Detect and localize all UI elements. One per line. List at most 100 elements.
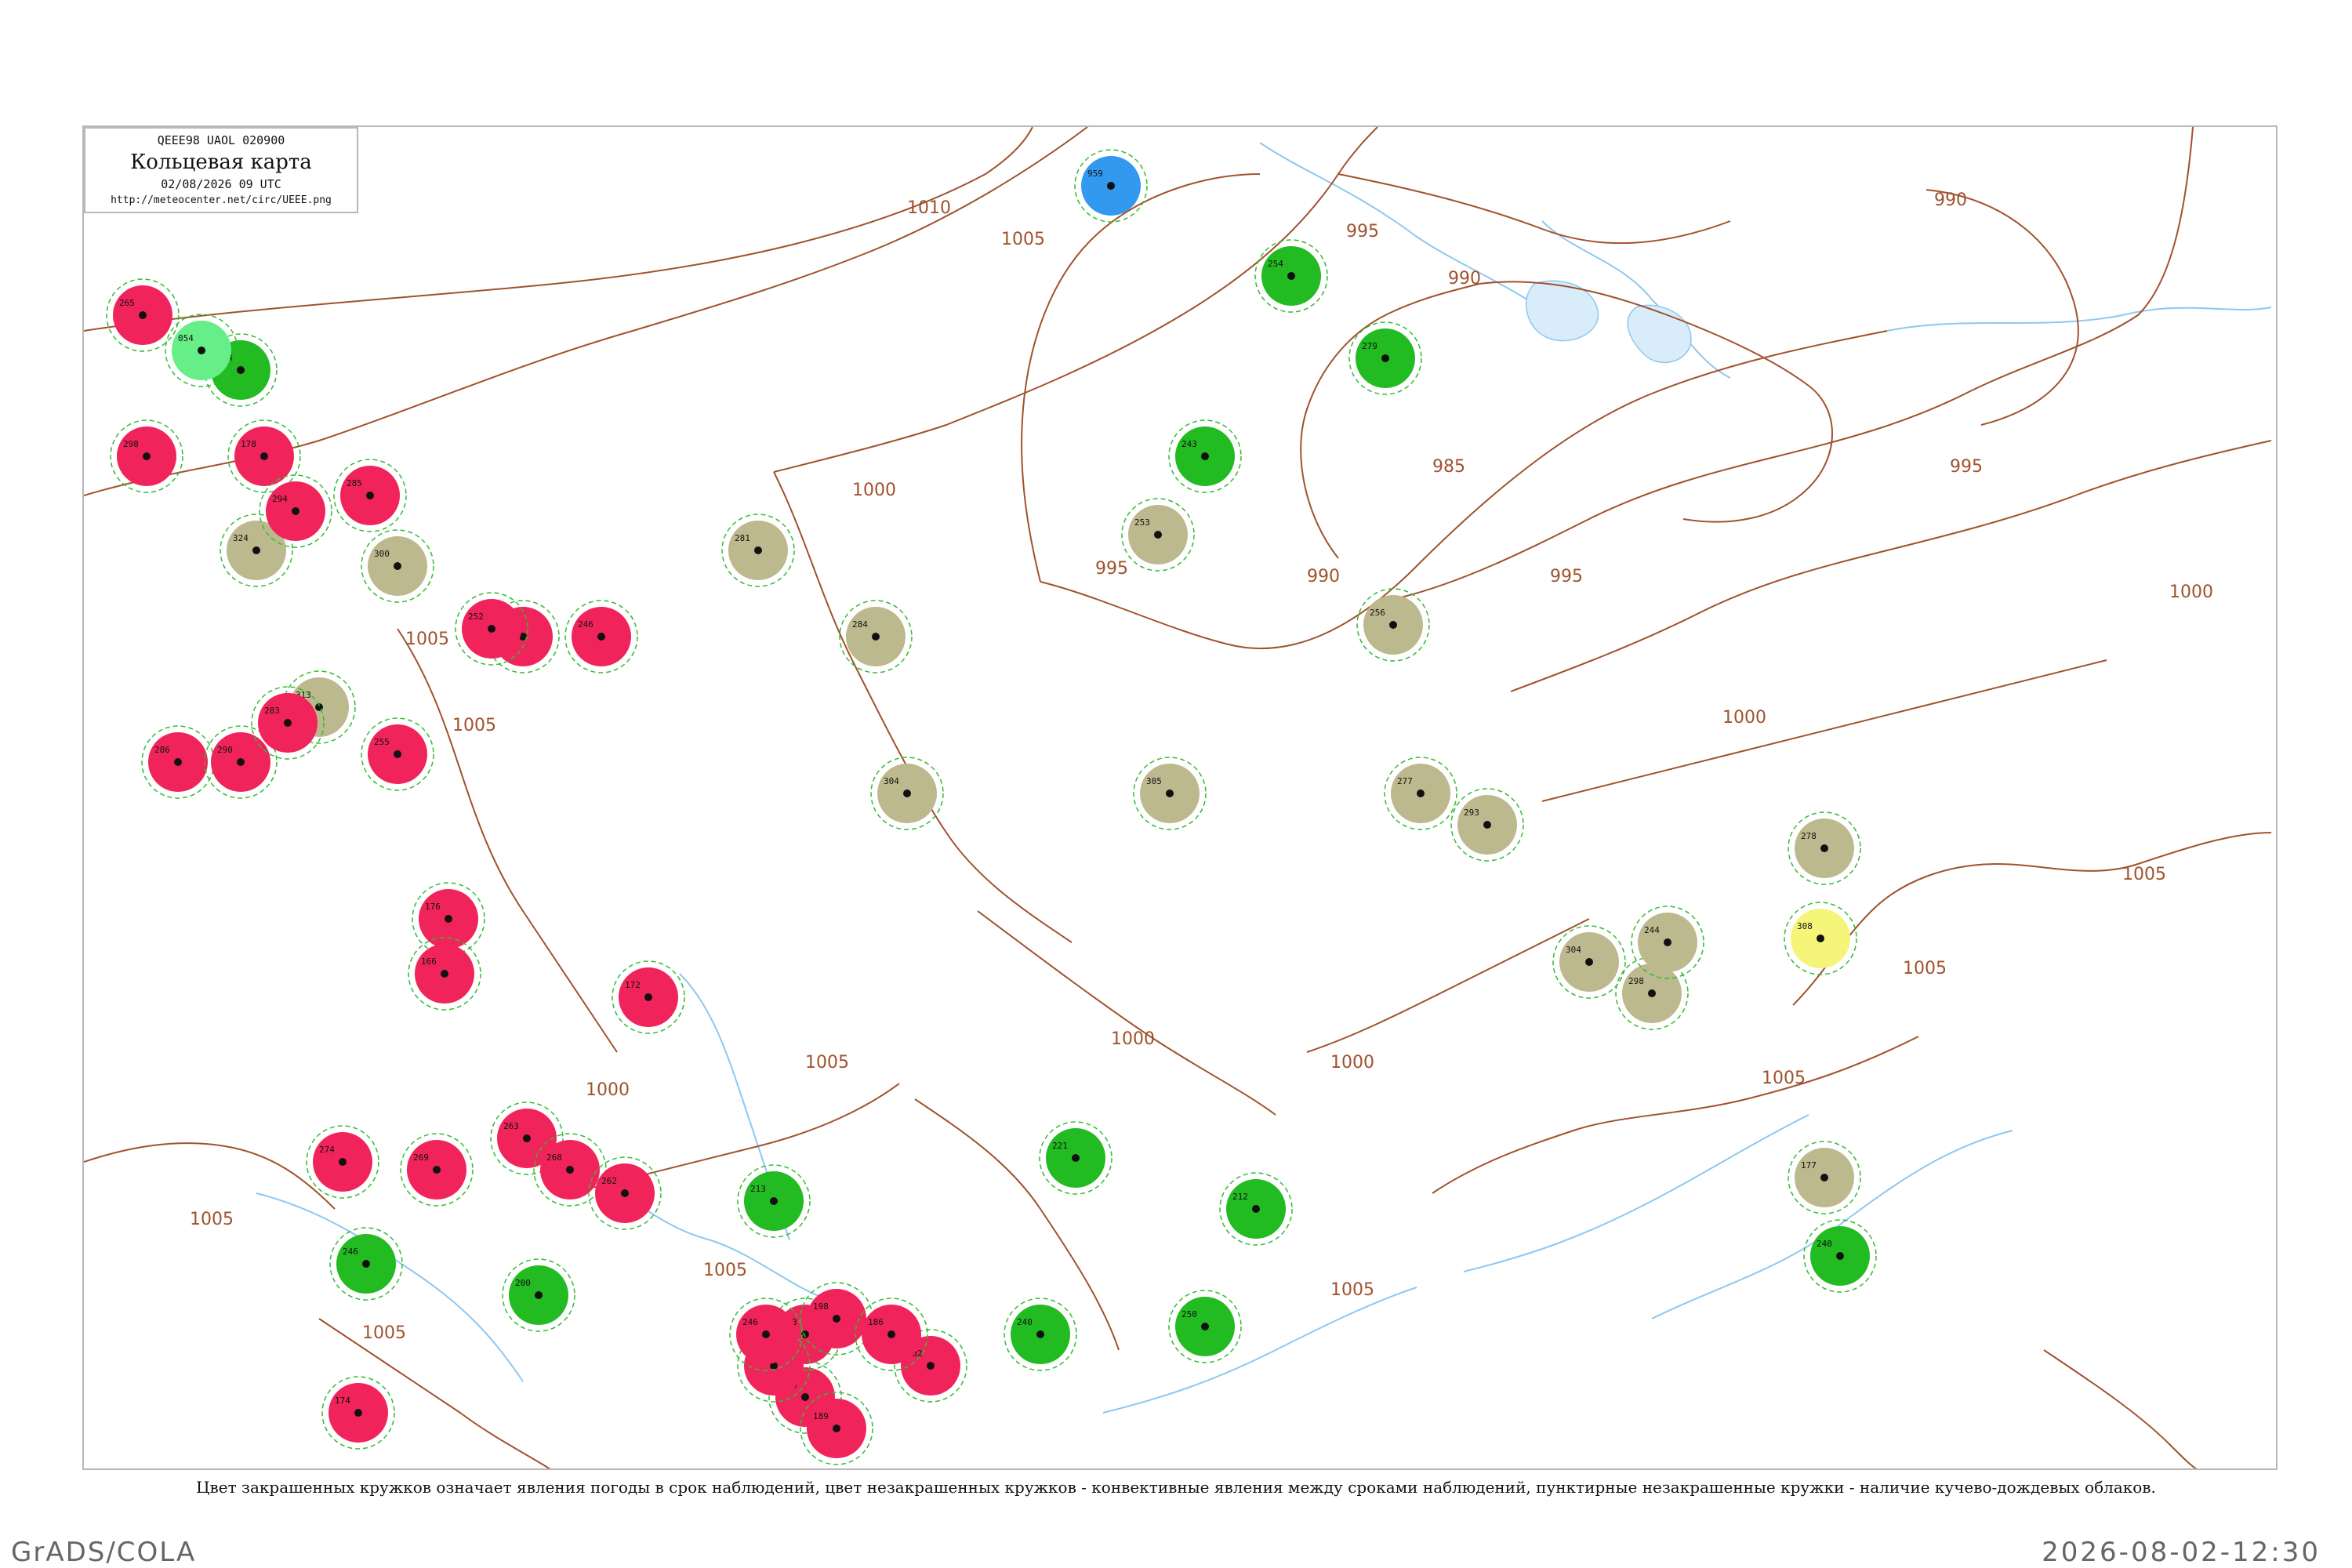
station-pressure: 290: [217, 745, 233, 755]
station-marker-thunder[interactable]: 250: [1168, 1290, 1242, 1363]
station-marker-fog[interactable]: 256: [1356, 588, 1430, 662]
station-dot: [1201, 1323, 1209, 1330]
station-marker-fog[interactable]: 304: [1552, 925, 1626, 999]
station-marker-fog[interactable]: 253: [1121, 498, 1195, 572]
station-pressure: 177: [1801, 1160, 1817, 1171]
isobar-label: 985: [1432, 457, 1465, 477]
station-marker-thunder[interactable]: 213: [737, 1164, 811, 1238]
station-pressure: 252: [468, 612, 484, 622]
station-marker-fog[interactable]: 305: [1133, 757, 1207, 830]
isobar-label: 990: [1448, 269, 1481, 289]
station-dot: [644, 993, 652, 1001]
station-marker-thunder[interactable]: 254: [1254, 239, 1328, 313]
station-marker-fog[interactable]: 300: [361, 529, 434, 603]
map-frame[interactable]: 1010 1005 1000 995 990 985 990 995 990 9…: [82, 125, 2278, 1470]
station-dot: [887, 1330, 895, 1338]
station-dot: [754, 546, 762, 554]
station-pressure: 298: [1628, 976, 1644, 986]
station-marker-rain[interactable]: 255: [361, 717, 434, 791]
station-dot: [441, 970, 448, 978]
isobar-label: 1005: [1762, 1069, 1806, 1088]
isobar-label: 1005: [190, 1210, 234, 1229]
station-pressure: 255: [374, 737, 390, 747]
station-dot: [523, 1134, 531, 1142]
station-pressure: 243: [1181, 439, 1197, 449]
station-dot: [366, 492, 374, 499]
station-dot: [1201, 452, 1209, 460]
station-pressure: 240: [1817, 1239, 1832, 1249]
isobar-label: 1000: [1722, 708, 1766, 728]
station-marker-fog[interactable]: 277: [1384, 757, 1457, 830]
station-marker-rain[interactable]: 274: [306, 1125, 379, 1199]
isobar-label: 1005: [1330, 1280, 1374, 1300]
station-marker-rain[interactable]: 286: [141, 725, 215, 799]
header-url[interactable]: http://meteocenter.net/circ/UEEE.png: [85, 194, 357, 206]
station-marker-rain[interactable]: 174: [321, 1376, 395, 1450]
station-pressure: 176: [425, 902, 441, 912]
isobar-labels: 1010 1005 1000 995 990 985 990 995 990 9…: [190, 191, 2213, 1343]
station-pressure: 166: [421, 956, 437, 967]
station-marker-fog[interactable]: 293: [1450, 788, 1524, 862]
station-marker-thunder[interactable]: 200: [502, 1258, 575, 1332]
isobar-label: 1010: [907, 198, 951, 218]
station-dot: [927, 1362, 935, 1370]
station-dot: [762, 1330, 770, 1338]
isobar-label: 995: [1950, 457, 1983, 477]
isobar-label: 1005: [405, 630, 449, 649]
station-marker-rain[interactable]: 189: [800, 1392, 873, 1465]
station-marker-rain[interactable]: 166: [408, 937, 481, 1011]
station-pressure: 959: [1087, 169, 1103, 179]
station-marker-thunder[interactable]: 243: [1168, 419, 1242, 493]
station-pressure: 256: [1370, 608, 1385, 618]
station-marker-thunder[interactable]: 279: [1348, 321, 1422, 395]
station-marker-rain[interactable]: 262: [588, 1156, 662, 1230]
station-dot: [1381, 354, 1389, 362]
lakes: [1525, 280, 1692, 363]
station-marker-fog[interactable]: 304: [870, 757, 944, 830]
station-pressure: 294: [272, 494, 288, 504]
station-dot: [1648, 989, 1656, 997]
header-title: Кольцевая карта: [130, 151, 312, 174]
station-dot: [237, 366, 245, 374]
footer-timestamp: 2026-08-02-12:30: [2042, 1537, 2321, 1568]
station-marker-rain[interactable]: 246: [564, 600, 638, 673]
station-dot: [445, 915, 452, 923]
station-pressure: 174: [335, 1396, 350, 1406]
station-dot: [354, 1409, 362, 1417]
station-marker-thunder[interactable]: 240: [1004, 1298, 1077, 1371]
station-dot: [362, 1260, 370, 1268]
station-marker-fog[interactable]: 284: [839, 600, 913, 673]
station-marker-thunder[interactable]: 212: [1219, 1172, 1293, 1246]
station-marker-rain[interactable]: 265: [106, 278, 180, 352]
station-dot: [903, 789, 911, 797]
station-dot: [621, 1189, 629, 1197]
station-marker-rain[interactable]: 172: [612, 960, 685, 1034]
station-dot: [433, 1166, 441, 1174]
station-marker-fog[interactable]: 281: [721, 514, 795, 587]
station-marker-rain[interactable]: 178: [227, 419, 301, 493]
station-marker-thunder[interactable]: 246: [329, 1227, 403, 1301]
weather-map[interactable]: 1010 1005 1000 995 990 985 990 995 990 9…: [84, 127, 2278, 1470]
station-dot: [1166, 789, 1174, 797]
station-marker-thunder[interactable]: 240: [1803, 1219, 1877, 1293]
station-pressure: 200: [515, 1278, 531, 1288]
station-dot: [833, 1315, 840, 1323]
station-marker-thunder[interactable]: 221: [1039, 1121, 1112, 1195]
station-pressure: 283: [264, 706, 280, 716]
station-pressure: 274: [319, 1145, 335, 1155]
station-marker-rain[interactable]: 269: [400, 1133, 474, 1207]
station-marker-fog[interactable]: 177: [1788, 1141, 1861, 1214]
map-header: QEEE98 UAOL 020900 Кольцевая карта 02/08…: [84, 127, 358, 213]
isobar-label: 1005: [805, 1053, 849, 1073]
station-marker-fog[interactable]: 278: [1788, 811, 1861, 885]
station-marker-haze[interactable]: 308: [1784, 902, 1857, 975]
station-pressure: 254: [1268, 259, 1283, 269]
station-marker-rain[interactable]: 176: [412, 882, 485, 956]
station-marker-snow[interactable]: 959: [1074, 149, 1148, 223]
isobar-label: 1000: [852, 481, 896, 500]
isobar-label: 995: [1550, 567, 1583, 586]
station-marker-rain[interactable]: 285: [333, 459, 407, 532]
station-pressure: 221: [1052, 1141, 1068, 1151]
station-marker-rain[interactable]: 298: [110, 419, 183, 493]
station-pressure: 212: [1232, 1192, 1248, 1202]
